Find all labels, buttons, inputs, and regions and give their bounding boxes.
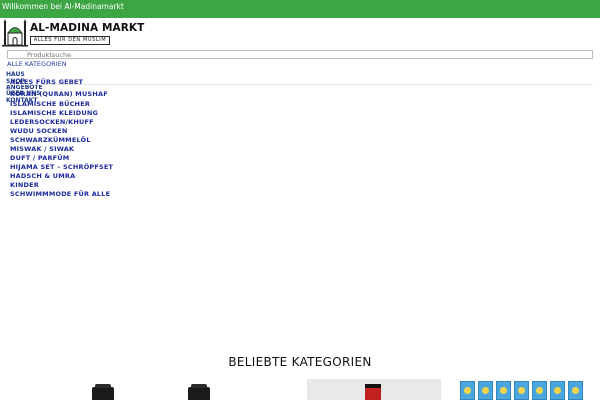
category-card[interactable] — [160, 379, 265, 400]
category-card[interactable] — [307, 379, 441, 400]
site-logo[interactable]: AL-MADINA MARKT ALLES FÜR DEN MUSLIM — [2, 19, 144, 49]
category-link[interactable]: SCHWIMMMODE FÜR ALLE — [10, 190, 110, 198]
product-jar-image — [188, 384, 210, 400]
product-image — [365, 384, 381, 400]
product-packs-image — [458, 379, 592, 400]
mosque-icon — [2, 19, 28, 47]
category-item[interactable]: SCHWIMMMODE FÜR ALLE — [10, 181, 110, 200]
popular-categories-heading: BELIEBTE KATEGORIEN — [228, 355, 372, 369]
search-input[interactable] — [7, 50, 593, 59]
logo-tagline: ALLES FÜR DEN MUSLIM — [30, 36, 110, 45]
all-categories-link[interactable]: ALLE KATEGORIEN — [7, 60, 67, 68]
logo-name: AL-MADINA MARKT — [30, 22, 145, 34]
category-card[interactable] — [60, 379, 165, 400]
product-jar-image — [92, 384, 114, 400]
category-card[interactable] — [458, 379, 592, 400]
welcome-text: Willkommen bei Al-Madinamarkt — [2, 2, 124, 11]
top-bar: Willkommen bei Al-Madinamarkt — [0, 0, 600, 18]
